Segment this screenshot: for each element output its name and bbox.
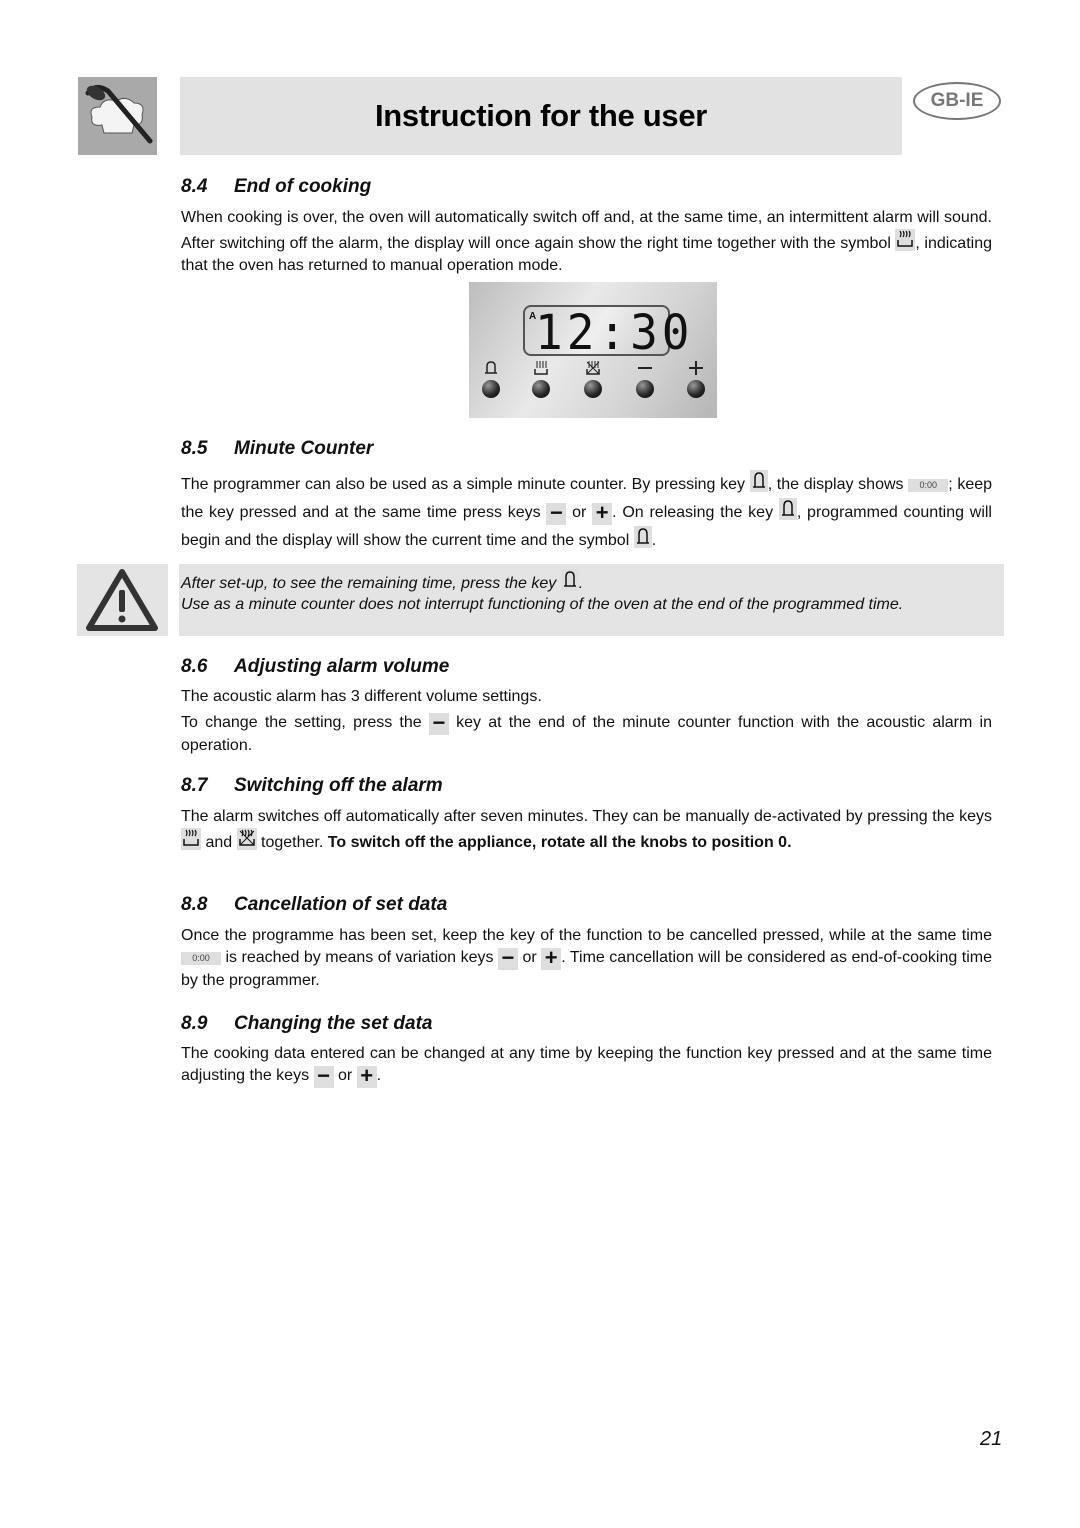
bell-icon [749, 470, 768, 492]
warning-icon [77, 564, 168, 636]
minus-icon [636, 360, 654, 380]
bell-icon [560, 569, 579, 591]
body-text: . On releasing the key [612, 504, 779, 521]
body-text: and [201, 834, 237, 851]
body-text: The alarm switches off automatically aft… [181, 808, 992, 825]
lcd-display: A 12:30 [523, 304, 689, 360]
display-time: 12:30 [535, 303, 694, 361]
section-number: 8.7 [181, 775, 208, 796]
heat-icon [895, 229, 916, 251]
body-text: Once the programme has been set, keep th… [181, 927, 992, 944]
plus-icon [687, 360, 705, 380]
section-heading-8-7: 8.7 Switching off the alarm [181, 775, 443, 797]
section-heading-8-8: 8.8 Cancellation of set data [181, 894, 447, 916]
section-heading-8-9: 8.9 Changing the set data [181, 1013, 432, 1035]
page-title: Instruction for the user [374, 98, 708, 133]
cooking-knob [532, 380, 550, 398]
chef-hat-spoon-icon [78, 77, 157, 155]
heat-crossed-icon [236, 828, 257, 850]
section-8-7-body: The alarm switches off automatically aft… [181, 806, 992, 854]
section-number: 8.4 [181, 176, 208, 197]
region-badge: GB-IE [913, 82, 1001, 120]
section-heading-8-4: 8.4 End of cooking [181, 176, 371, 198]
section-title: End of cooking [234, 176, 372, 197]
control-panel-illustration: A 12:30 [469, 282, 717, 418]
bell-icon [778, 498, 797, 520]
body-text: When cooking is over, the oven will auto… [181, 209, 992, 252]
body-text: . [376, 1067, 382, 1084]
heat-icon [181, 828, 201, 850]
warning-text: After set-up, to see the remaining time,… [181, 569, 992, 615]
end-cooking-knob [584, 380, 602, 398]
bell-icon [633, 526, 652, 548]
body-text: . [651, 532, 657, 549]
zero-time-display-icon: 0:00 [181, 952, 221, 965]
body-text: , the display shows [767, 476, 909, 493]
page-number: 21 [980, 1428, 1003, 1450]
plus-icon: + [356, 1065, 377, 1088]
section-heading-8-5: 8.5 Minute Counter [181, 438, 373, 460]
section-number: 8.6 [181, 656, 208, 677]
section-number: 8.9 [181, 1013, 208, 1034]
minus-icon: − [313, 1065, 334, 1088]
plus-icon: + [592, 502, 613, 525]
minus-knob [636, 380, 654, 398]
section-8-6-body: The acoustic alarm has 3 different volum… [181, 686, 992, 757]
warning-line: After set-up, to see the remaining time,… [181, 575, 561, 592]
minus-icon: − [428, 712, 449, 735]
body-text: The programmer can also be used as a sim… [181, 476, 750, 493]
body-text: together. [256, 834, 328, 851]
bell-knob [482, 380, 500, 398]
zero-time-display-icon: 0:00 [908, 479, 949, 492]
section-title: Switching off the alarm [234, 775, 443, 796]
section-number: 8.8 [181, 894, 208, 915]
plus-icon: + [541, 947, 562, 970]
section-title: Minute Counter [234, 438, 374, 459]
body-text: is reached by means of variation keys [221, 949, 498, 966]
bell-icon [482, 360, 500, 380]
section-8-9-body: The cooking data entered can be changed … [181, 1043, 992, 1088]
section-title: Changing the set data [234, 1013, 433, 1034]
section-title: Adjusting alarm volume [234, 656, 450, 677]
warning-line: . [578, 575, 584, 592]
section-8-4-body: When cooking is over, the oven will auto… [181, 207, 992, 277]
body-text: or [333, 1067, 357, 1084]
bold-instruction: To switch off the appliance, rotate all … [327, 834, 792, 851]
minus-icon: − [497, 947, 518, 970]
body-text: To change the setting, press the [181, 714, 429, 731]
heat-icon [532, 360, 550, 380]
section-8-5-body: The programmer can also be used as a sim… [181, 470, 992, 554]
heat-crossed-icon [584, 360, 602, 380]
body-text: The acoustic alarm has 3 different volum… [181, 688, 542, 705]
warning-line: Use as a minute counter does not interru… [181, 596, 904, 613]
section-heading-8-6: 8.6 Adjusting alarm volume [181, 656, 449, 678]
minus-icon: − [546, 502, 567, 525]
plus-knob [687, 380, 705, 398]
section-number: 8.5 [181, 438, 208, 459]
body-text: The cooking data entered can be changed … [181, 1045, 992, 1084]
header-bar: Instruction for the user [180, 77, 902, 155]
body-text: or [517, 949, 542, 966]
section-title: Cancellation of set data [234, 894, 448, 915]
section-8-8-body: Once the programme has been set, keep th… [181, 925, 992, 992]
body-text: or [566, 504, 593, 521]
